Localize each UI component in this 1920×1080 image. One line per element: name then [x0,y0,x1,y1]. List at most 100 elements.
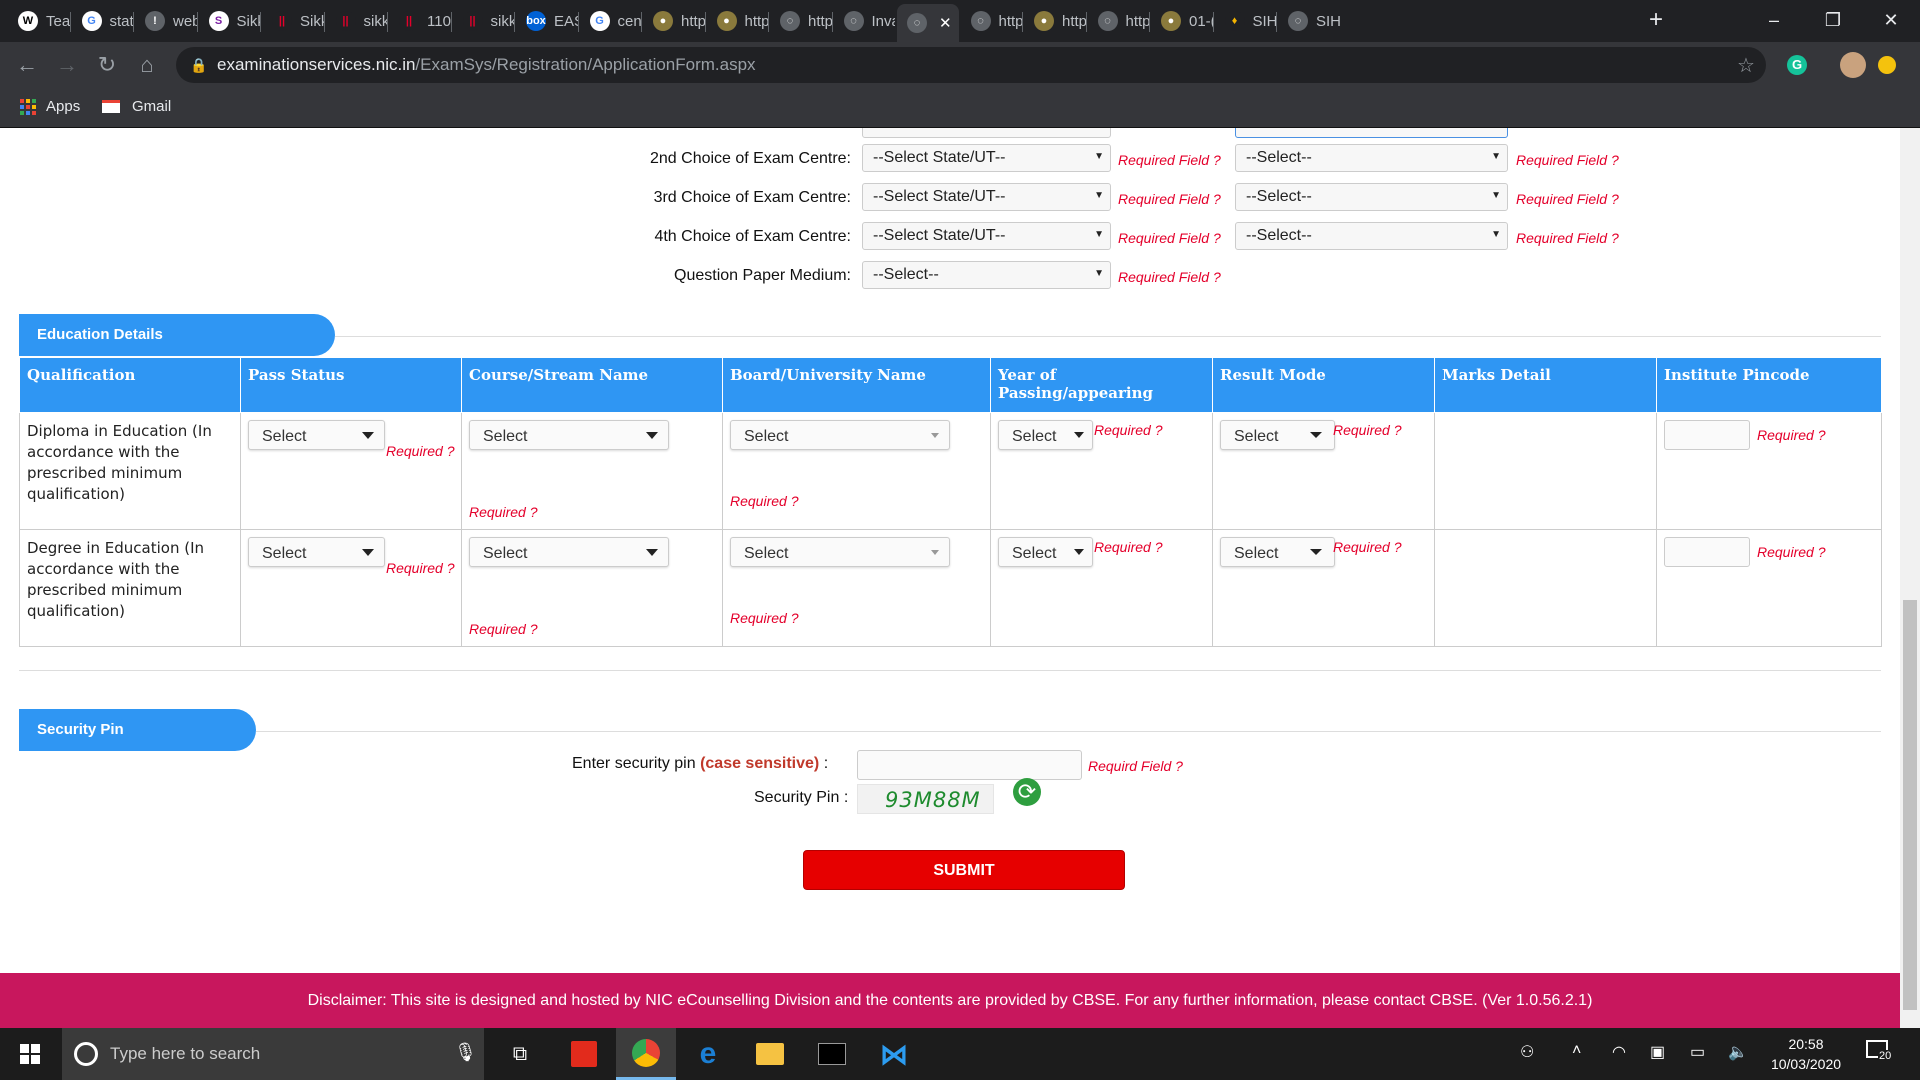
choice-4-state-select[interactable]: --Select State/UT-- [862,222,1111,250]
browser-tab[interactable]: ◌ http [961,6,1022,36]
tab-title: http [681,12,705,30]
security-pin-input[interactable] [857,750,1082,780]
terminal-app-icon[interactable] [802,1028,862,1080]
browser-tab[interactable]: W Teac [8,6,70,36]
bookmark-gmail[interactable]: Gmail [102,98,171,115]
column-header: Result Mode [1212,357,1435,413]
menu-dots-icon[interactable] [1872,50,1902,80]
medium-label: Question Paper Medium: [674,267,851,284]
acrobat-app-icon[interactable] [554,1028,614,1080]
close-window-icon[interactable]: ✕ [1862,0,1920,40]
browser-tab[interactable]: || 110 [389,6,451,36]
back-icon[interactable]: ← [12,50,42,80]
forward-icon[interactable]: → [52,50,82,80]
edge-app-icon[interactable]: e [678,1028,738,1080]
grammarly-extension-icon[interactable]: G [1782,50,1812,80]
maximize-icon[interactable]: ❐ [1804,0,1862,40]
people-icon[interactable]: ⚇ [1520,1042,1534,1062]
scrollbar-thumb[interactable] [1903,600,1917,1010]
tab-favicon-icon: ♦ [1224,11,1245,31]
board-select[interactable]: Select [730,537,950,567]
pincode-input[interactable] [1664,537,1750,567]
choice-4-city-select[interactable]: --Select-- [1235,222,1508,250]
battery-icon[interactable]: ▭ [1690,1042,1705,1062]
wifi-icon[interactable]: ◠ [1612,1042,1626,1062]
tab-separator [133,12,134,32]
home-icon[interactable]: ⌂ [132,50,162,80]
reload-icon[interactable]: ↻ [92,50,122,80]
table-row: Degree in Education (In accordance with … [19,529,1882,647]
browser-tab[interactable]: Gstate [72,6,133,36]
browser-tab[interactable]: ◌ Inva [834,6,895,36]
pass-status-select[interactable]: Select [248,537,385,567]
clock-date: 10/03/2020 [1770,1056,1842,1072]
browser-tab[interactable]: ! web [135,6,197,36]
board-select[interactable]: Select [730,420,950,450]
submit-button[interactable]: SUBMIT [803,850,1125,890]
close-tab-icon[interactable]: ✕ [939,14,952,32]
microphone-icon[interactable]: 🎙 [454,1042,477,1063]
result-mode-select[interactable]: Select [1220,420,1335,450]
vscode-app-icon[interactable]: ⋈ [864,1028,924,1080]
profile-avatar[interactable] [1838,50,1868,80]
tab-title: sikk [490,12,515,30]
browser-tab[interactable]: || Sikk [262,6,324,36]
section-divider [19,670,1881,671]
browser-tab[interactable]: ● http [1024,6,1086,36]
volume-icon[interactable]: 🔈 [1728,1042,1748,1062]
browser-tab[interactable]: box EAS [516,6,578,36]
task-view-icon[interactable]: ⧉ [490,1028,550,1080]
first-choice-city-select-partial[interactable] [1235,128,1508,138]
browser-tab[interactable]: ◌ ✕ [897,4,959,42]
browser-tab[interactable]: || sikk [326,6,387,36]
education-details-heading: Education Details [19,314,335,356]
refresh-captcha-icon[interactable]: ⟳ [1013,778,1041,806]
pincode-required: Required ? [1757,427,1826,443]
tray-clock[interactable]: 20:58 10/03/2020 [1766,1034,1846,1074]
tab-separator [704,12,706,32]
browser-tab[interactable]: ♦ SIH [1215,6,1276,36]
minimize-icon[interactable]: – [1745,0,1803,40]
browser-tab[interactable]: ◌ http [770,6,832,36]
bookmark-star-icon[interactable]: ☆ [1731,50,1761,80]
year-select[interactable]: Select [998,537,1093,567]
browser-tab[interactable]: ● http [707,6,768,36]
browser-tab[interactable]: || sikk [453,6,515,36]
first-choice-state-select-partial[interactable] [862,128,1111,138]
show-hidden-icons-chevron[interactable]: ˄ [1572,1042,1581,1060]
choice-4-city-required: Required Field ? [1516,230,1619,246]
taskbar-search-box[interactable]: Type here to search 🎙 [62,1028,484,1080]
tab-title: web [173,12,197,30]
bookmark-apps[interactable]: Apps [20,98,80,115]
chrome-app-icon[interactable] [616,1028,676,1080]
url-text[interactable]: examinationservices.nic.in/ExamSys/Regis… [217,55,756,75]
file-explorer-icon[interactable] [740,1028,800,1080]
tab-favicon-icon: ◌ [907,13,927,33]
choice-2-city-select[interactable]: --Select-- [1235,144,1508,172]
browser-tab[interactable]: Gcent [580,6,641,36]
security-tray-icon[interactable]: ▣ [1650,1042,1665,1062]
browser-tab[interactable]: ● http [643,6,705,36]
course-select[interactable]: Select [469,537,669,567]
pass-status-select[interactable]: Select [248,420,385,450]
dropdown-caret-icon [1310,432,1322,438]
medium-select[interactable]: --Select-- [862,261,1111,289]
pincode-input[interactable] [1664,420,1750,450]
choice-3-city-required: Required Field ? [1516,191,1619,207]
year-select[interactable]: Select [998,420,1093,450]
new-tab-button[interactable]: + [1636,0,1676,40]
course-select[interactable]: Select [469,420,669,450]
choice-3-state-select[interactable]: --Select State/UT-- [862,183,1111,211]
choice-4-label: 4th Choice of Exam Centre: [654,228,851,245]
browser-tab[interactable]: S Sikk [199,6,260,36]
clock-time: 20:58 [1788,1036,1824,1052]
notification-center-icon[interactable]: 20 [1866,1040,1896,1068]
lock-icon[interactable]: 🔒 [184,50,214,80]
result-mode-select[interactable]: Select [1220,537,1335,567]
choice-3-city-select[interactable]: --Select-- [1235,183,1508,211]
browser-tab[interactable]: ● 01-( [1151,6,1213,36]
windows-start-icon[interactable] [0,1028,60,1080]
browser-tab[interactable]: ◌ http [1088,6,1149,36]
choice-2-state-select[interactable]: --Select State/UT-- [862,144,1111,172]
browser-tab[interactable]: ◌ SIH [1278,6,1340,36]
